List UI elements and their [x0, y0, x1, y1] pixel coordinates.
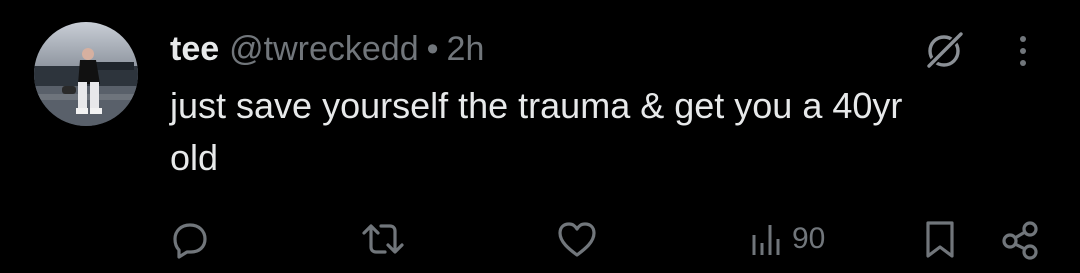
share-icon — [1002, 221, 1038, 260]
like-button[interactable] — [554, 212, 600, 266]
separator-dot: • — [426, 30, 439, 68]
retweet-icon — [362, 224, 404, 254]
tweet-text-line-2: old — [170, 137, 219, 178]
grok-button[interactable] — [918, 28, 970, 74]
user-handle[interactable]: @twreckedd — [229, 26, 418, 72]
avatar-image — [34, 22, 138, 126]
reply-icon — [173, 223, 207, 259]
tweet-text-line-1: just save yourself the trauma & get you … — [170, 85, 903, 126]
timestamp[interactable]: 2h — [447, 26, 485, 72]
views-button[interactable]: 90 — [750, 212, 825, 266]
bookmark-button[interactable] — [918, 212, 962, 266]
grok-icon — [927, 32, 963, 68]
retweet-button[interactable] — [358, 212, 408, 266]
action-bar: 90 — [0, 212, 1080, 266]
share-button[interactable] — [998, 212, 1042, 266]
reply-button[interactable] — [168, 212, 212, 266]
more-options-button[interactable] — [1008, 28, 1038, 74]
tweet[interactable]: tee @twreckedd • 2h just save yourself t… — [0, 0, 1080, 273]
heart-icon — [558, 222, 596, 257]
views-icon — [752, 225, 780, 255]
display-name[interactable]: tee — [170, 26, 219, 72]
avatar[interactable] — [34, 22, 138, 126]
more-vertical-icon — [1020, 36, 1026, 66]
views-count: 90 — [792, 222, 826, 255]
tweet-header: tee @twreckedd • 2h — [170, 26, 484, 72]
tweet-text: just save yourself the trauma & get you … — [170, 80, 1050, 184]
bookmark-icon — [926, 221, 954, 258]
